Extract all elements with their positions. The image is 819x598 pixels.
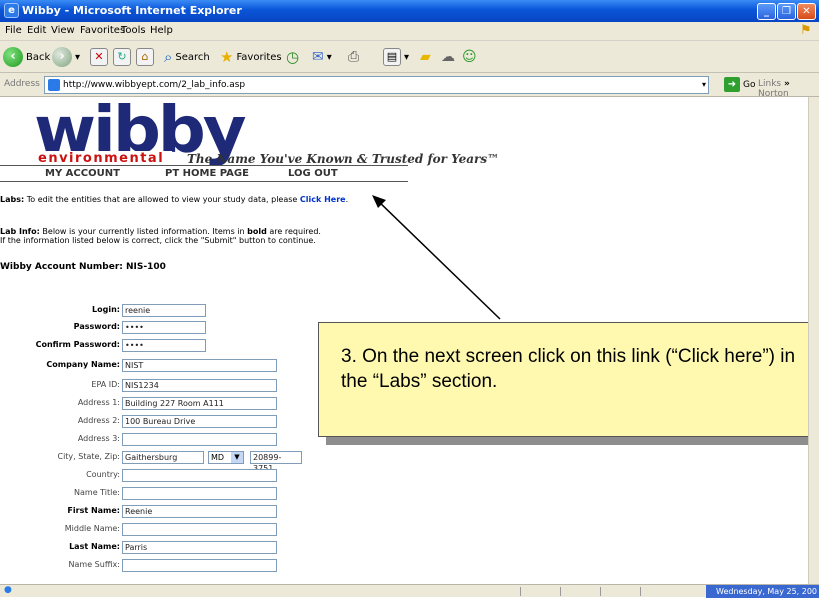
star-icon: ★ [220,48,234,66]
folder-icon: ▰ [420,49,431,65]
address-label: Address [4,79,40,89]
page-content: wibby environmental The Name You've Know… [0,97,808,584]
messenger-icon: ☺ [462,49,477,65]
vertical-scrollbar[interactable] [808,97,819,584]
search-button[interactable]: ⌕ Search [164,46,210,68]
favorites-button[interactable]: ★ Favorites [220,46,282,68]
ie-icon: e [4,3,19,18]
status-bar: ● Wednesday, May 25, 200 [0,584,819,598]
page-icon [48,79,60,91]
edit-button[interactable]: ▤ ▾ [383,46,409,68]
menu-tools[interactable]: Tools [121,25,146,36]
go-button[interactable]: ➜ Go [724,77,755,92]
status-divider [560,587,561,596]
home-icon: ⌂ [136,48,154,66]
stop-icon: ✕ [90,48,108,66]
forward-arrow-icon: › [52,47,72,67]
menu-bar: File Edit View Favorites Tools Help ⚑ [0,22,819,41]
stop-button[interactable]: ✕ [90,46,108,68]
menu-edit[interactable]: Edit [27,25,46,36]
back-arrow-icon: ‹ [3,47,23,67]
forward-button[interactable]: › ▾ [52,46,80,68]
discuss-icon: ☁ [441,49,455,65]
status-divider [600,587,601,596]
taskbar-clock: Wednesday, May 25, 200 [706,585,819,598]
toolbar: ‹ Back▾ ›▾ ✕ ↻ ⌂ ⌕ Search ★ Favorites ◷ … [0,41,819,73]
history-icon: ◷ [286,48,300,66]
mail-button[interactable]: ✉ ▾ [312,46,332,68]
edit-icon: ▤ [383,48,401,66]
menu-view[interactable]: View [51,25,75,36]
printer-icon: ⎙ [348,49,360,65]
address-dropdown-icon[interactable]: ▾ [702,77,706,93]
menu-help[interactable]: Help [150,25,173,36]
refresh-button[interactable]: ↻ [113,46,131,68]
address-url: http://www.wibbyept.com/2_lab_info.asp [63,80,246,90]
status-divider [640,587,641,596]
status-divider [520,587,521,596]
print-button[interactable]: ⎙ [348,46,359,68]
history-button[interactable]: ◷ [286,46,299,68]
folder-button[interactable]: ▰ [420,46,431,68]
page-status-icon: ● [4,585,12,595]
instruction-callout: 3. On the next screen click on this link… [318,322,808,437]
messenger-button[interactable]: ☺ [462,46,477,68]
home-button[interactable]: ⌂ [136,46,154,68]
window-title: Wibby - Microsoft Internet Explorer [22,4,242,17]
go-arrow-icon: ➜ [724,77,740,92]
windows-flag-icon: ⚑ [800,23,812,38]
maximize-button[interactable]: ❐ [777,3,796,20]
minimize-button[interactable]: _ [757,3,776,20]
mail-icon: ✉ [312,49,324,65]
address-input[interactable]: http://www.wibbyept.com/2_lab_info.asp ▾ [44,76,709,94]
search-icon: ⌕ [164,48,173,66]
title-bar: e Wibby - Microsoft Internet Explorer _ … [0,0,819,22]
back-button[interactable]: ‹ Back▾ [3,46,58,68]
address-bar: Address http://www.wibbyept.com/2_lab_in… [0,73,819,109]
menu-favorites[interactable]: Favorites [80,25,125,36]
close-button[interactable]: ✕ [797,3,816,20]
refresh-icon: ↻ [113,48,131,66]
menu-file[interactable]: File [5,25,22,36]
discuss-button[interactable]: ☁ [441,46,455,68]
callout-text: 3. On the next screen click on this link… [341,346,796,392]
